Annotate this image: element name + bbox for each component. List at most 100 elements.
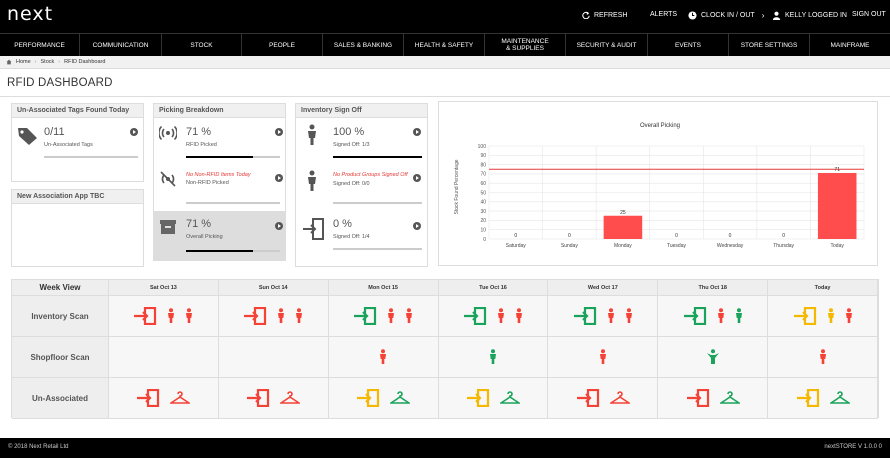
hanger-icon: [499, 391, 520, 405]
door-icon: [133, 307, 157, 325]
row-label: Shopfloor Scan: [12, 337, 109, 378]
overall-picking-chart: Overall Picking Stock Found Percentage 0…: [454, 123, 865, 249]
arrow-right-icon[interactable]: [413, 128, 421, 136]
week-cell[interactable]: [109, 337, 219, 378]
chart-y-tick: 40: [480, 200, 486, 206]
chart-x-tick: Saturday: [506, 243, 527, 249]
inventory-sign-off-card: Inventory Sign Off 100 % Signed Off: 1/3…: [295, 103, 428, 267]
hanger-icon: [170, 391, 191, 405]
nav-events[interactable]: EVENTS: [648, 34, 729, 56]
non-rfid-progress: [186, 202, 280, 204]
chart-x-tick: Wednesday: [717, 243, 744, 249]
next-logo[interactable]: next: [7, 3, 53, 25]
nav-stock[interactable]: STOCK: [162, 34, 242, 56]
refresh-icon: [582, 11, 590, 19]
nav-mainframe[interactable]: MAINFRAME: [810, 34, 890, 56]
person-icon: [308, 170, 316, 191]
chart-x-tick: Today: [831, 243, 845, 249]
nav-communication[interactable]: COMMUNICATION: [80, 34, 162, 56]
arrow-right-icon[interactable]: [413, 222, 421, 230]
week-cell[interactable]: [218, 378, 329, 419]
chart-data-label: 25: [620, 210, 626, 216]
week-cell[interactable]: [548, 378, 659, 419]
week-cell[interactable]: [438, 337, 549, 378]
rfid-picked-progress: [186, 156, 280, 158]
week-cell[interactable]: [328, 337, 439, 378]
door-icon: [136, 389, 160, 407]
door-icon: [356, 389, 380, 407]
chart-data-label: 71: [834, 167, 840, 173]
alerts-button[interactable]: ALERTS: [650, 11, 677, 18]
week-cell[interactable]: [548, 296, 659, 337]
week-cell[interactable]: [768, 296, 878, 337]
day-header: Tue Oct 16: [438, 280, 549, 296]
hanger-icon: [719, 391, 740, 405]
door-icon: [246, 389, 270, 407]
person-icon: [308, 124, 316, 145]
chart-y-tick: 0: [483, 237, 486, 243]
product-groups-progress: [333, 202, 422, 204]
person-icon: [735, 308, 743, 324]
rfid-picked-label: RFID Picked: [186, 142, 217, 148]
nav-health-safety[interactable]: HEALTH & SAFETY: [404, 34, 485, 56]
door-icon: [576, 389, 600, 407]
chart-data-label: 0: [729, 233, 732, 239]
chart-y-tick: 100: [478, 144, 487, 150]
chart-bar-today[interactable]: [817, 172, 857, 239]
week-cell[interactable]: [768, 378, 878, 419]
archive-box-icon: [160, 220, 176, 234]
chart-bar-monday[interactable]: [603, 215, 643, 239]
week-cell[interactable]: [218, 296, 329, 337]
nav-security-audit[interactable]: SECURITY & AUDIT: [566, 34, 648, 56]
new-association-card[interactable]: New Association App TBC: [11, 189, 144, 267]
signed-off-label: Signed Off: 1/3: [333, 142, 370, 148]
week-cell[interactable]: [328, 378, 439, 419]
breadcrumb-home[interactable]: Home: [16, 59, 31, 65]
top-bar: next REFRESH ALERTS CLOCK IN / OUT › KEL…: [0, 0, 890, 33]
arrow-right-icon[interactable]: [275, 222, 283, 230]
day-header: Thu Oct 18: [658, 280, 769, 296]
arrow-right-icon[interactable]: [275, 128, 283, 136]
unassociated-value: 0/11: [44, 126, 65, 138]
nav-store-settings[interactable]: STORE SETTINGS: [729, 34, 810, 56]
unassociated-label: Un-Associated Tags: [44, 142, 93, 148]
week-cell[interactable]: [768, 337, 878, 378]
week-cell[interactable]: [658, 296, 769, 337]
nav-performance[interactable]: PERFORMANCE: [0, 34, 80, 56]
arrow-right-icon[interactable]: [275, 174, 283, 182]
arrow-right-icon[interactable]: [413, 174, 421, 182]
refresh-button[interactable]: REFRESH: [582, 11, 627, 19]
product-groups-message: No Product Groups Signed Off: [333, 172, 408, 178]
breadcrumb-stock[interactable]: Stock: [41, 59, 55, 65]
door-icon: [466, 389, 490, 407]
sign-out-button[interactable]: SIGN OUT: [852, 11, 886, 18]
nav-maintenance-supplies[interactable]: MAINTENANCE & SUPPLIES: [485, 34, 566, 56]
non-rfid-message: No Non-RFID Items Today: [186, 172, 251, 178]
door-icon: [573, 307, 597, 325]
user-menu[interactable]: KELLY LOGGED IN: [772, 11, 847, 20]
clock-in-out-button[interactable]: CLOCK IN / OUT ›: [688, 11, 764, 20]
week-cell[interactable]: [658, 378, 769, 419]
person-icon: [405, 308, 413, 324]
arrow-right-icon[interactable]: [130, 128, 138, 136]
week-cell[interactable]: [328, 296, 439, 337]
clock-label: CLOCK IN / OUT: [701, 12, 755, 19]
hanger-icon: [390, 391, 411, 405]
week-cell[interactable]: [218, 337, 329, 378]
rfid-signal-icon: [159, 125, 177, 141]
week-cell[interactable]: [438, 378, 549, 419]
footer: © 2018 Next Retail Ltd nextSTORE V 1.0.0…: [0, 438, 890, 458]
week-cell[interactable]: [109, 296, 219, 337]
person-icon: [167, 308, 175, 324]
week-cell[interactable]: [109, 378, 219, 419]
signed-off-value: 100 %: [333, 126, 365, 138]
person-icon: [717, 308, 725, 324]
nav-sales-banking[interactable]: SALES & BANKING: [323, 34, 404, 56]
chart-data-label: 0: [514, 233, 517, 239]
nav-people[interactable]: PEOPLE: [242, 34, 323, 56]
week-cell[interactable]: [548, 337, 659, 378]
unassociated-tags-card[interactable]: Un-Associated Tags Found Today 0/11 Un-A…: [11, 103, 144, 182]
week-cell[interactable]: [438, 296, 549, 337]
week-cell[interactable]: [658, 337, 769, 378]
hanger-icon: [280, 391, 301, 405]
